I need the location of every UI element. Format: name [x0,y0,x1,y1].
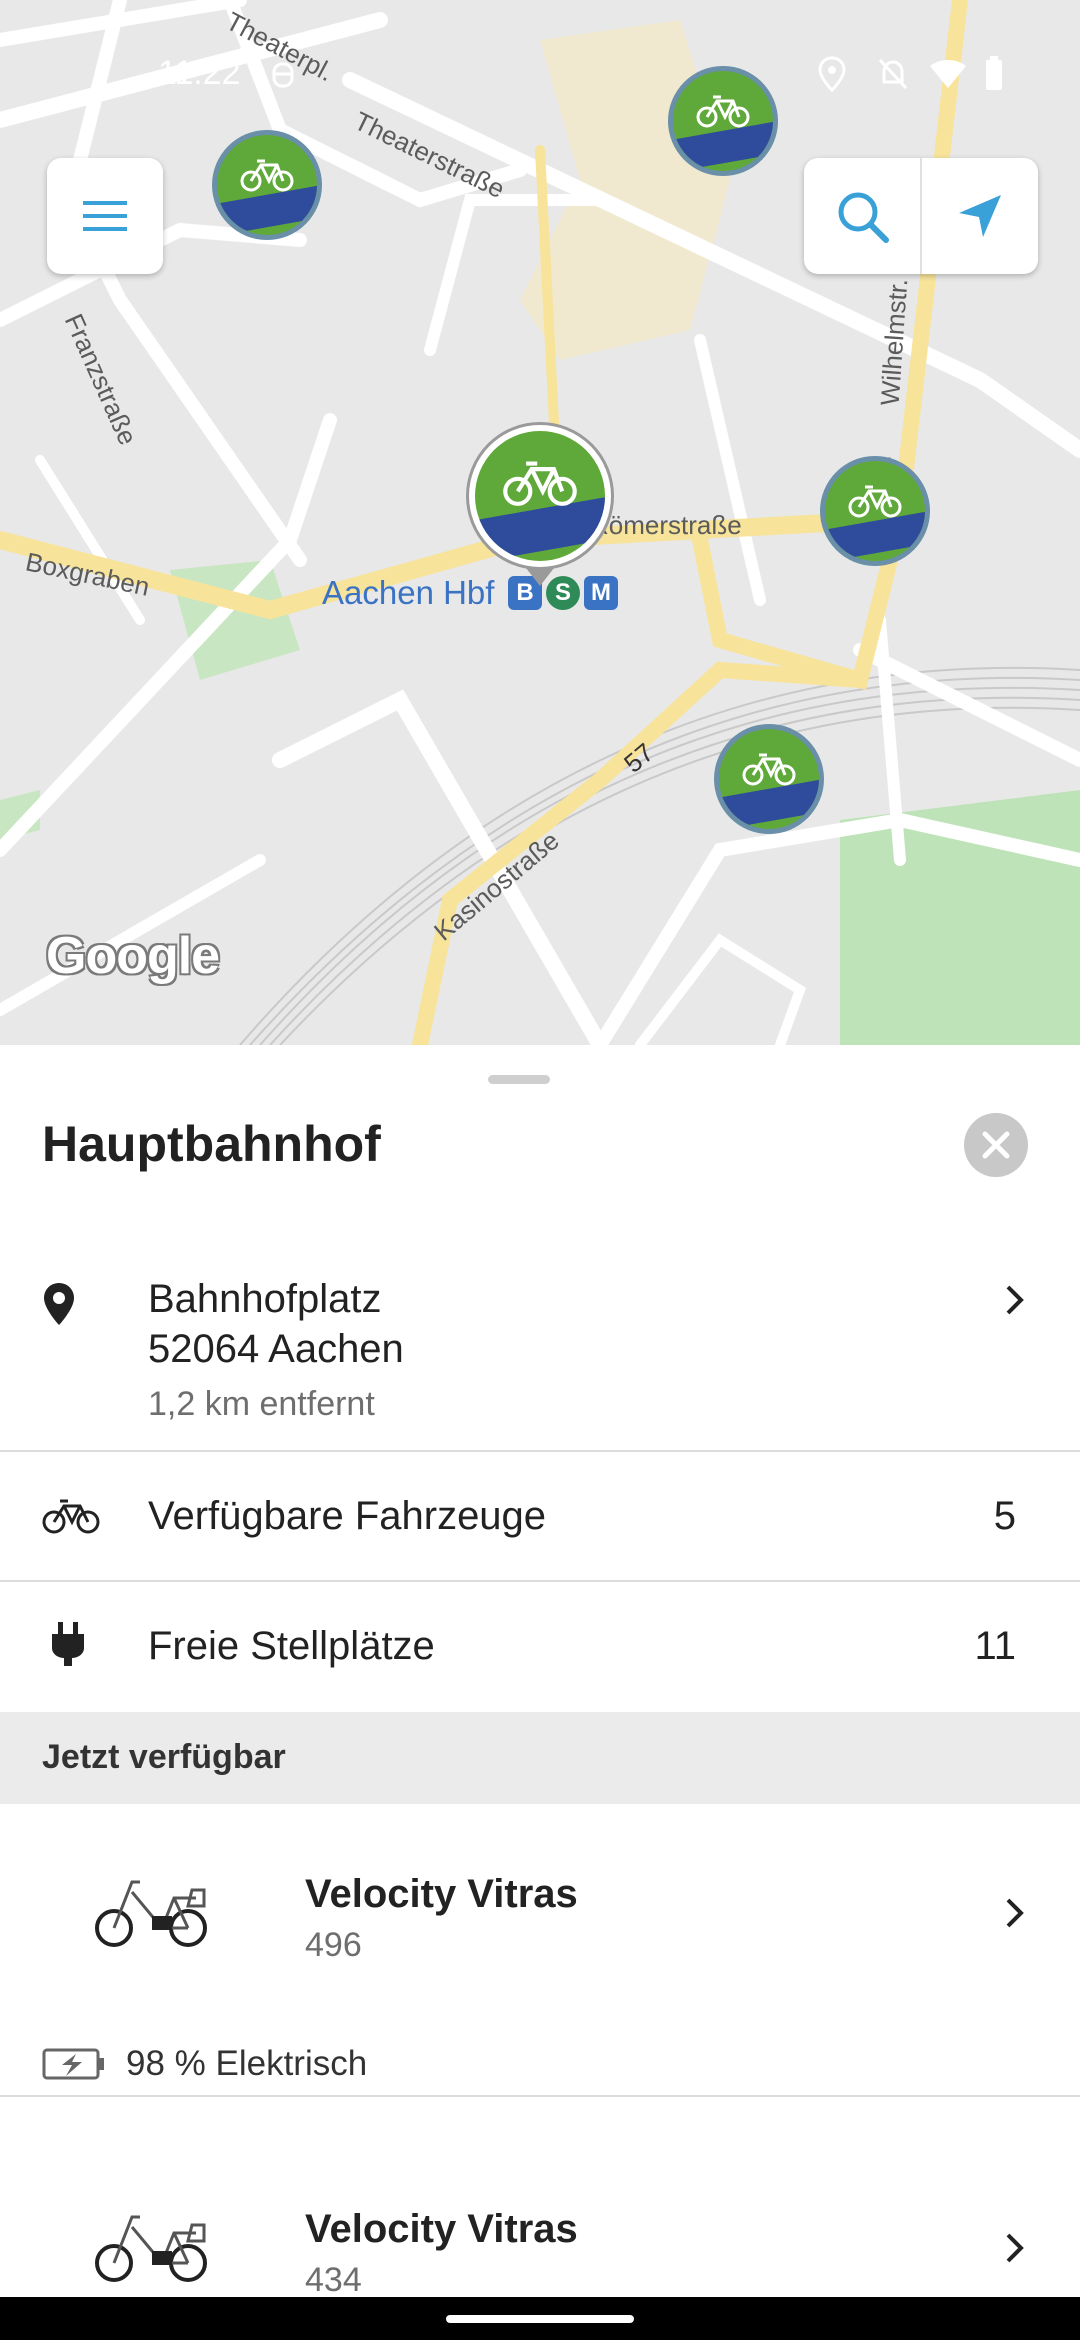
address-street: Bahnhofplatz [148,1277,382,1321]
wifi-icon [930,60,966,88]
bike-icon [503,461,577,506]
battery-status-icon [986,56,1002,90]
bike-icon [240,159,294,192]
chevron-right-icon [1006,1898,1024,1928]
chevron-right-icon [1006,2233,1024,2263]
bike-icon [848,485,902,518]
debug-icon [272,62,294,88]
vehicle-item[interactable]: Velocity Vitras 434 [0,2097,1080,2299]
station-detail-sheet: Hauptbahnhof Bahnhofplatz 52064 Aachen 1… [0,1045,1080,2299]
free-spots-count: 11 [974,1624,1016,1668]
location-pin-icon [44,1283,74,1325]
station-marker[interactable] [820,456,930,566]
available-vehicles-count: 5 [993,1494,1016,1538]
battery-level-text: 98 % Elektrisch [126,2044,368,2083]
address-city: 52064 Aachen [148,1327,404,1371]
close-icon [982,1131,1010,1159]
navigation-arrow-icon [959,195,1001,237]
home-gesture-pill[interactable] [446,2315,634,2323]
vehicle-item[interactable]: Velocity Vitras 496 98 % Elektrisch [0,1804,1080,2144]
my-location-button[interactable] [922,158,1038,274]
menu-button[interactable] [47,158,163,274]
station-label: Aachen Hbf [322,574,495,611]
distance-text: 1,2 km entfernt [148,1385,375,1423]
ebike-image [95,2215,207,2282]
free-spots-label: Freie Stellplätze [148,1624,435,1668]
battery-charging-icon [42,2048,104,2080]
drag-handle[interactable] [488,1075,550,1084]
street-label-roemerstrasse: Römerstraße [590,510,742,540]
station-marker[interactable] [212,130,322,240]
vehicle-name: Velocity Vitras [305,2207,578,2251]
available-vehicles-label: Verfügbare Fahrzeuge [148,1494,547,1538]
search-button[interactable] [804,158,920,274]
search-icon [838,192,889,243]
system-navigation-bar [0,2297,1080,2340]
chevron-right-icon [1006,1285,1024,1315]
transit-badges: B S M [508,576,618,610]
metro-badge: M [584,576,618,610]
notifications-off-icon [878,58,908,90]
vehicle-id: 434 [305,2261,362,2299]
map-view[interactable]: Theaterpl. Theaterstraße Boxgraben Römer… [0,0,1080,1045]
address-row[interactable]: Bahnhofplatz 52064 Aachen 1,2 km entfern… [0,1235,1080,1450]
battery-info: 98 % Elektrisch [42,2044,367,2084]
station-marker[interactable] [714,724,824,834]
station-title: Hauptbahnhof [42,1116,381,1172]
section-header: Jetzt verfügbar [0,1712,1080,1804]
bicycle-icon [42,1499,100,1534]
status-bar: 11:22 [0,40,1080,110]
available-vehicles-row: Verfügbare Fahrzeuge 5 [0,1452,1080,1580]
plug-icon [52,1622,84,1666]
section-header-label: Jetzt verfügbar [42,1738,286,1776]
selected-station-marker[interactable] [466,422,614,570]
vehicle-id: 496 [305,1926,362,1964]
bike-icon [742,753,796,786]
status-time: 11:22 [158,54,241,92]
ebike-image [95,1880,207,1947]
google-logo: Google [46,927,220,985]
marker-pointer [526,568,554,586]
free-spots-row: Freie Stellplätze 11 [0,1582,1080,1710]
vehicle-name: Velocity Vitras [305,1872,578,1916]
location-status-icon [818,56,846,92]
close-button[interactable] [964,1113,1028,1177]
search-locate-group [804,158,1038,274]
hamburger-icon [83,201,127,231]
